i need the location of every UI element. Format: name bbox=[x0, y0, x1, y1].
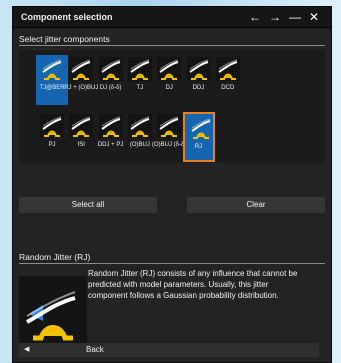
back-button-label: Back bbox=[86, 345, 104, 354]
component-dj[interactable]: DJ bbox=[153, 55, 185, 105]
component-pj[interactable]: PJ bbox=[36, 112, 68, 162]
component-dcd[interactable]: DCD bbox=[212, 55, 244, 105]
select-all-button[interactable]: Select all bbox=[19, 197, 157, 213]
jitter-curve-icon bbox=[127, 114, 152, 138]
jitter-curve-icon bbox=[69, 114, 94, 138]
minimize-icon[interactable]: — bbox=[286, 9, 304, 25]
component-o-buj[interactable]: (O)BUJ bbox=[124, 112, 156, 162]
component-isi[interactable]: ISI bbox=[65, 112, 97, 162]
component-rj[interactable]: RJ bbox=[182, 112, 215, 162]
random-jitter-icon bbox=[19, 276, 87, 344]
jitter-curve-icon bbox=[69, 57, 94, 81]
back-button[interactable]: ◀ Back bbox=[19, 343, 319, 357]
jitter-curve-icon bbox=[40, 114, 64, 138]
select-components-label: Select jitter components bbox=[19, 34, 110, 44]
chevron-left-icon: ◀ bbox=[24, 346, 30, 353]
jitter-curve-icon bbox=[186, 57, 211, 81]
description-text: Random Jitter (RJ) consists of any influ… bbox=[88, 269, 298, 300]
component-dj[interactable]: DJ (δ-δ) bbox=[95, 55, 127, 105]
jitter-curve-icon bbox=[98, 57, 123, 81]
jitter-curve-icon bbox=[215, 57, 240, 81]
clear-button[interactable]: Clear bbox=[187, 197, 325, 213]
section-divider bbox=[19, 263, 325, 264]
component-selection-dialog: Component selection ← → — ✕ Select jitte… bbox=[12, 6, 332, 363]
component-ddj-pj[interactable]: DDJ + PJ bbox=[95, 112, 127, 162]
component-tj-ber[interactable]: TJ@BER bbox=[36, 55, 68, 105]
jitter-curve-icon bbox=[40, 57, 64, 81]
component-ddj[interactable]: DDJ bbox=[183, 55, 215, 105]
component-tj[interactable]: TJ bbox=[124, 55, 156, 105]
dialog-titlebar: Component selection ← → — ✕ bbox=[13, 7, 331, 28]
dialog-title: Component selection bbox=[21, 12, 113, 22]
jitter-curve-icon bbox=[157, 114, 182, 138]
section-divider bbox=[19, 45, 325, 46]
jitter-curve-icon bbox=[189, 116, 213, 140]
component-label: RJ bbox=[194, 144, 203, 150]
jitter-curve-icon bbox=[98, 114, 123, 138]
jitter-curve-icon bbox=[157, 57, 182, 81]
arrow-left-icon[interactable]: ← bbox=[246, 9, 264, 25]
component-rj-o-buj[interactable]: RJ + (O)BUJ bbox=[64, 55, 98, 105]
arrow-right-icon[interactable]: → bbox=[266, 9, 284, 25]
component-label: DCD bbox=[221, 85, 235, 91]
close-icon[interactable]: ✕ bbox=[305, 9, 323, 25]
jitter-curve-icon bbox=[127, 57, 152, 81]
description-title: Random Jitter (RJ) bbox=[19, 252, 91, 262]
component-o-buj[interactable]: (O)BUJ (δ-δ) bbox=[152, 112, 186, 162]
